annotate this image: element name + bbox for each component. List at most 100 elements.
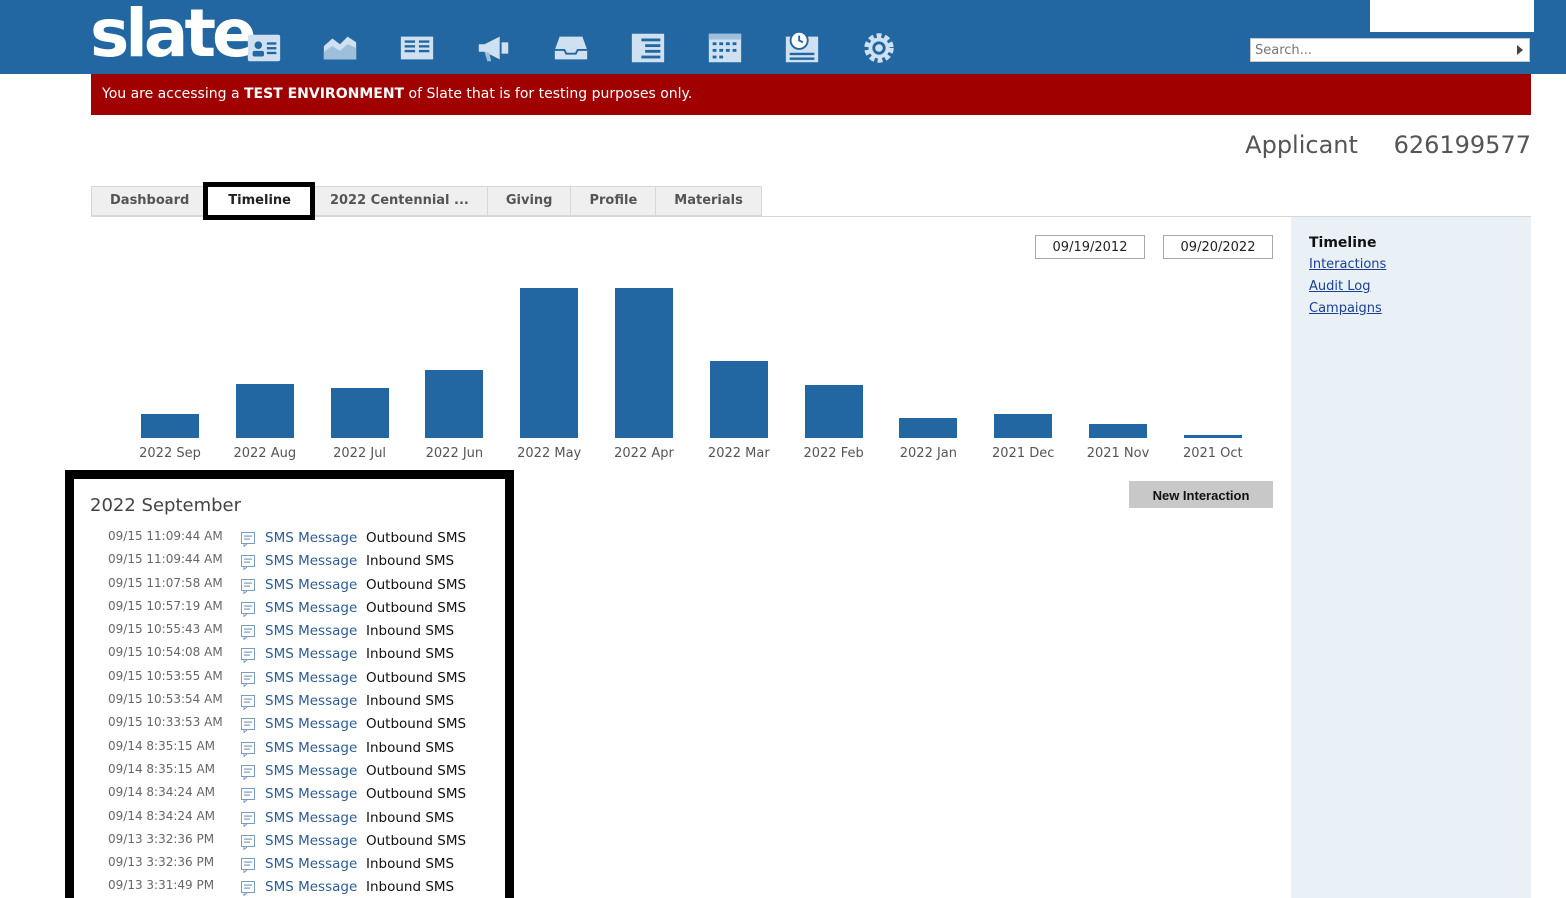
sms-message-icon — [241, 695, 255, 711]
timeline-row: 09/13 3:32:36 PM SMS Message Inbound SMS — [74, 853, 505, 876]
entry-time: 09/14 8:34:24 AM — [108, 785, 216, 800]
entry-type-link[interactable]: SMS Message — [265, 670, 357, 686]
chart-bar[interactable] — [1183, 435, 1242, 438]
chart-bar[interactable] — [330, 388, 389, 438]
entry-description: Outbound SMS — [366, 832, 467, 849]
entry-type-link[interactable]: SMS Message — [265, 856, 357, 872]
chart-bar[interactable] — [141, 414, 199, 438]
entry-time: 09/13 3:32:36 PM — [108, 831, 215, 846]
timeline-row: 09/15 10:54:08 AM SMS Message Inbound SMS — [74, 643, 505, 666]
entry-type-link[interactable]: SMS Message — [265, 693, 357, 709]
test-environment-banner: You are accessing a TEST ENVIRONMENT of … — [91, 74, 1531, 115]
chart-bar[interactable] — [804, 385, 863, 438]
entry-type-link[interactable]: SMS Message — [265, 833, 357, 849]
chart-x-tick-label: 2022 Feb — [803, 446, 864, 461]
forms-icon[interactable] — [397, 28, 437, 68]
chart-x-tick-label: 2022 Jun — [425, 446, 484, 461]
timeline-entries: 09/15 11:09:44 AM SMS Message Outbound SMS… — [74, 527, 505, 898]
entry-type-link[interactable]: SMS Message — [265, 577, 357, 593]
entry-type-link[interactable]: SMS Message — [265, 810, 357, 826]
entry-description: Outbound SMS — [366, 530, 467, 546]
records-icon[interactable] — [244, 28, 284, 68]
global-search — [1250, 38, 1530, 62]
entry-type-link[interactable]: SMS Message — [265, 763, 357, 779]
chart-x-tick-label: 2021 Oct — [1182, 446, 1243, 461]
entry-type-link[interactable]: SMS Message — [265, 600, 357, 616]
tab-timeline[interactable]: Timeline — [203, 182, 315, 220]
tab-materials[interactable]: Materials — [655, 186, 762, 216]
sidebar-link-campaigns[interactable]: Campaigns — [1309, 301, 1513, 316]
search-submit-arrow-icon[interactable] — [1517, 45, 1523, 55]
timeline-row: 09/14 8:34:24 AM SMS Message Outbound SMS — [74, 783, 505, 806]
entry-description: Outbound SMS — [366, 599, 467, 616]
record-header: Applicant 626199577 — [1245, 131, 1531, 159]
timeline-icon[interactable] — [782, 28, 822, 68]
chart-bar[interactable] — [994, 414, 1053, 438]
new-interaction-button[interactable]: New Interaction — [1129, 481, 1273, 508]
chart-bar[interactable] — [520, 288, 579, 438]
record-type: Applicant — [1245, 131, 1358, 159]
entry-type-link[interactable]: SMS Message — [265, 623, 357, 639]
sms-message-icon — [241, 555, 255, 571]
entry-description: Inbound SMS — [366, 856, 455, 873]
tab-centennial[interactable]: 2022 Centennial ... — [310, 186, 487, 216]
tab-giving[interactable]: Giving — [486, 186, 571, 216]
queries-icon[interactable] — [628, 28, 668, 68]
entry-description: Outbound SMS — [366, 786, 467, 803]
entry-type-link[interactable]: SMS Message — [265, 530, 357, 546]
entry-time: 09/15 10:57:19 AM — [108, 598, 223, 613]
timeline-row: 09/14 8:35:15 AM SMS Message Inbound SMS — [74, 737, 505, 760]
slate-logo[interactable]: slate — [90, 0, 257, 74]
entry-time: 09/15 10:54:08 AM — [108, 645, 223, 660]
entry-time: 09/14 8:34:24 AM — [108, 808, 216, 823]
entry-type-link[interactable]: SMS Message — [265, 646, 357, 662]
end-date-field[interactable] — [1163, 235, 1273, 259]
timeline-row: 09/13 3:31:49 PM SMS Message Inbound SMS — [74, 876, 505, 898]
sidebar-link-audit-log[interactable]: Audit Log — [1309, 279, 1513, 294]
entry-time: 09/14 8:35:15 AM — [108, 738, 216, 753]
timeline-row: 09/15 11:09:44 AM SMS Message Outbound SMS — [74, 527, 505, 550]
timeline-row: 09/13 3:32:36 PM SMS Message Outbound SMS — [74, 830, 505, 853]
inbox-icon[interactable] — [551, 28, 591, 68]
entry-type-link[interactable]: SMS Message — [265, 553, 357, 569]
entry-description: Inbound SMS — [366, 623, 455, 640]
timeline-sidebar: Timeline Interactions Audit Log Campaign… — [1291, 217, 1531, 898]
calendar-icon[interactable] — [705, 28, 745, 68]
chart-bar[interactable] — [235, 384, 294, 438]
sms-message-icon — [241, 788, 255, 804]
banner-text-strong: TEST ENVIRONMENT — [243, 86, 405, 102]
chart-x-tick-label: 2022 Aug — [233, 446, 297, 461]
entry-time: 09/15 11:09:44 AM — [108, 552, 223, 567]
header-corner-panel — [1370, 0, 1534, 32]
top-navigation-bar: slate — [0, 0, 1566, 74]
search-input[interactable] — [1251, 39, 1509, 62]
entry-type-link[interactable]: SMS Message — [265, 716, 357, 732]
chart-bar[interactable] — [1089, 424, 1147, 438]
start-date-field[interactable] — [1035, 235, 1145, 259]
settings-icon[interactable] — [859, 28, 899, 68]
sms-message-icon — [241, 601, 255, 618]
analytics-icon[interactable] — [320, 28, 360, 68]
campaigns-icon[interactable] — [474, 28, 514, 68]
entry-type-link[interactable]: SMS Message — [265, 879, 357, 895]
entry-type-link[interactable]: SMS Message — [265, 740, 357, 756]
entry-description: Outbound SMS — [366, 576, 467, 593]
record-id: 626199577 — [1393, 131, 1531, 159]
sms-message-icon — [241, 578, 255, 595]
sms-message-icon — [241, 648, 255, 665]
sidebar-link-interactions[interactable]: Interactions — [1309, 257, 1513, 272]
tab-dashboard[interactable]: Dashboard — [91, 186, 208, 216]
chart-x-tick-label: 2022 Mar — [707, 446, 770, 461]
chart-bar[interactable] — [899, 418, 958, 438]
tab-profile[interactable]: Profile — [570, 186, 656, 216]
entry-type-link[interactable]: SMS Message — [265, 786, 357, 802]
timeline-row: 09/14 8:34:24 AM SMS Message Inbound SMS — [74, 807, 505, 830]
entry-time: 09/15 11:09:44 AM — [108, 529, 223, 543]
chart-bar[interactable] — [425, 370, 484, 438]
entry-description: Inbound SMS — [366, 693, 455, 710]
chart-x-tick-label: 2022 Apr — [614, 446, 674, 461]
sms-message-icon — [241, 671, 255, 688]
activity-bar-chart: 2022 Sep 2022 Aug 2022 Jul 2022 Jun 2022 May… — [100, 270, 1280, 470]
chart-bar[interactable] — [615, 288, 673, 438]
chart-bar[interactable] — [709, 361, 768, 438]
